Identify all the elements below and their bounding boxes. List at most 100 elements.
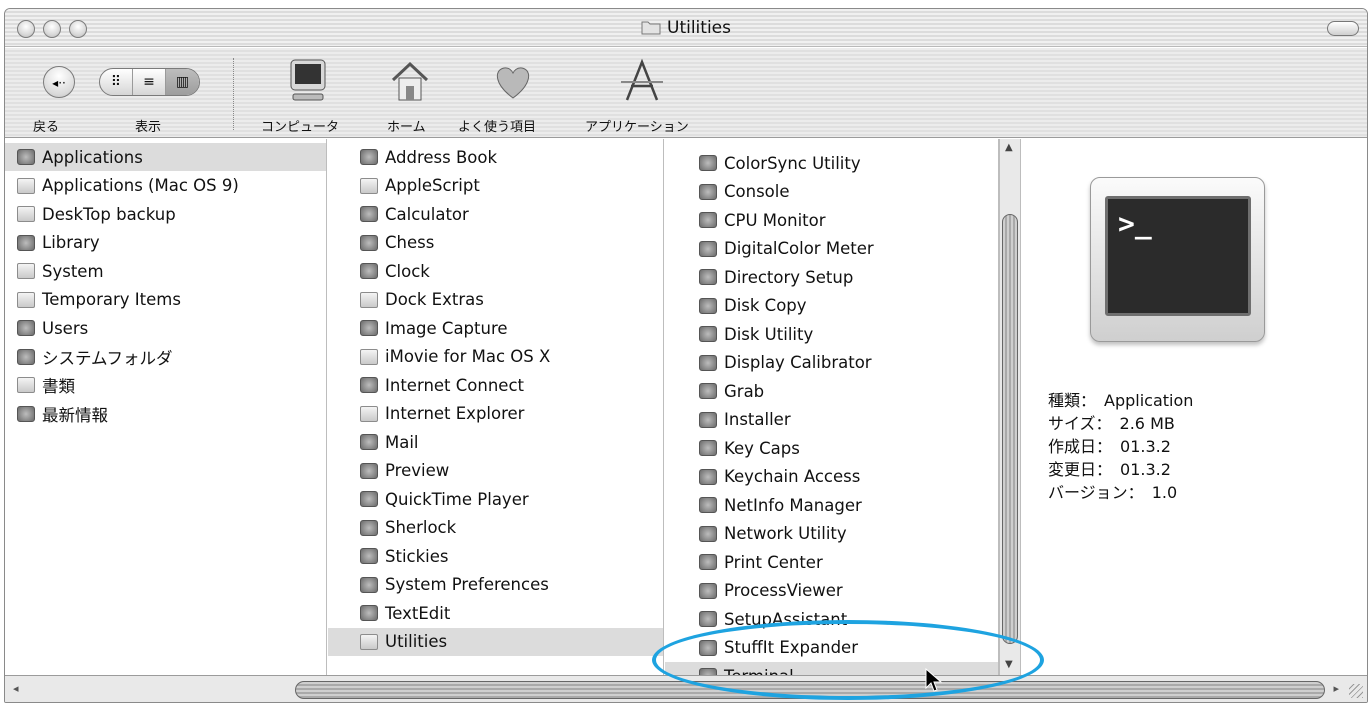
list-item[interactable]: Installer [665, 406, 998, 434]
display-calibrator-icon [699, 354, 717, 371]
folder-icon [360, 177, 378, 194]
list-item[interactable]: Disk Copy [665, 292, 998, 320]
folder-icon [17, 263, 35, 279]
favorites-button[interactable] [488, 56, 538, 106]
list-item[interactable]: System [5, 257, 326, 285]
list-item[interactable]: ColorSync Utility [665, 149, 998, 177]
list-item[interactable]: CPU Monitor [665, 206, 998, 234]
list-item-label: Utilities [385, 632, 448, 651]
list-item[interactable]: TextEdit [328, 599, 663, 627]
list-item[interactable]: システムフォルダ [5, 343, 326, 371]
list-item[interactable]: Console [665, 178, 998, 206]
list-item[interactable]: Users [5, 314, 326, 342]
list-item-label: Internet Explorer [385, 404, 525, 423]
list-item-label: iMovie for Mac OS X [385, 347, 551, 366]
list-item[interactable]: DeskTop backup [5, 200, 326, 228]
list-item-label: Print Center [724, 552, 823, 572]
quicktime-icon [360, 491, 378, 507]
list-item[interactable]: Directory Setup [665, 263, 998, 291]
list-item-label: ProcessViewer [724, 581, 843, 600]
list-item[interactable]: Utilities [328, 627, 663, 656]
list-view-button[interactable]: ≡ [133, 69, 166, 95]
directory-setup-icon [699, 269, 717, 285]
applications-button[interactable] [617, 56, 667, 106]
list-item-label: TextEdit [385, 603, 451, 623]
list-item[interactable]: Mail [328, 428, 663, 456]
list-item[interactable]: Grab [665, 377, 998, 405]
list-item[interactable]: Preview [328, 457, 663, 485]
list-item[interactable]: iMovie for Mac OS X [328, 343, 663, 371]
created-label: 作成日： [1048, 437, 1113, 456]
list-item[interactable]: Stickies [328, 542, 663, 570]
sherlock-icon [360, 519, 378, 536]
list-item[interactable]: 最新情報 [5, 400, 326, 428]
address-book-icon [360, 149, 378, 165]
list-item[interactable]: System Preferences [328, 571, 663, 599]
back-button[interactable]: ◂·· [43, 66, 75, 98]
list-item[interactable]: Applications [5, 143, 326, 171]
list-item[interactable]: Applications (Mac OS 9) [5, 172, 326, 200]
scroll-left-arrow-icon[interactable]: ◂ [13, 682, 19, 695]
list-item[interactable]: Clock [328, 257, 663, 285]
list-item[interactable]: AppleScript [328, 172, 663, 200]
home-button[interactable] [385, 56, 435, 106]
list-item[interactable]: Dock Extras [328, 286, 663, 314]
list-item[interactable]: Temporary Items [5, 286, 326, 314]
scroll-right-arrow-icon[interactable]: ▸ [1333, 682, 1339, 695]
list-item[interactable]: Chess [328, 229, 663, 257]
list-item[interactable]: Library [5, 229, 326, 257]
column-view-button[interactable]: ▥ [166, 69, 199, 95]
list-item-label: Keychain Access [724, 467, 861, 486]
list-item-label: 最新情報 [42, 405, 108, 425]
info-size: サイズ： 2.6 MB [1048, 412, 1193, 435]
preview-pane: >_ 種類： Application サイズ： 2.6 MB 作成日： 01.3.2 … [1022, 139, 1367, 675]
column-utilities[interactable]: ColorSync Utility Console CPU Monitor Digit… [665, 139, 999, 675]
list-item[interactable]: Disk Utility [665, 320, 998, 348]
list-item[interactable]: Keychain Access [665, 463, 998, 491]
column-root[interactable]: Applications Applications (Mac OS 9) DeskT… [5, 139, 327, 675]
system-preferences-icon [360, 576, 378, 593]
list-item[interactable]: Key Caps [665, 434, 998, 462]
modified-label: 変更日： [1048, 460, 1113, 479]
colorsync-icon [699, 155, 717, 171]
scroll-up-arrow-icon[interactable]: ▲ [1005, 142, 1013, 153]
vertical-scrollbar[interactable]: ▲ ▼ [999, 139, 1021, 675]
toolbar-toggle-button[interactable] [1327, 21, 1359, 36]
list-item[interactable]: Display Calibrator [665, 349, 998, 377]
list-item[interactable]: NetInfo Manager [665, 491, 998, 519]
icon-view-button[interactable]: ⠿ [100, 69, 133, 95]
list-item[interactable]: Image Capture [328, 314, 663, 342]
list-item[interactable]: Internet Connect [328, 371, 663, 399]
list-item[interactable]: DigitalColor Meter [665, 235, 998, 263]
list-item[interactable]: Calculator [328, 200, 663, 228]
computer-icon [290, 59, 326, 101]
disk-utility-icon [699, 326, 717, 342]
list-item[interactable]: 書類 [5, 371, 326, 399]
resize-grip-icon[interactable] [1349, 684, 1363, 698]
list-item[interactable]: Internet Explorer [328, 400, 663, 428]
computer-button[interactable] [283, 56, 333, 106]
stickies-icon [360, 548, 378, 564]
internet-connect-icon [360, 377, 378, 393]
list-item[interactable]: Network Utility [665, 520, 998, 548]
view-mode-control[interactable]: ⠿ ≡ ▥ [99, 68, 200, 96]
list-item[interactable]: Print Center [665, 548, 998, 576]
list-item-label: System Preferences [385, 575, 549, 594]
list-item[interactable]: ProcessViewer [665, 577, 998, 605]
applications-icon [621, 58, 663, 101]
vertical-scroll-thumb[interactable] [1002, 214, 1018, 644]
column-applications[interactable]: Address Book AppleScript Calculator Chess Cl… [328, 139, 664, 675]
list-item-label: Address Book [385, 147, 498, 167]
netinfo-icon [699, 497, 717, 513]
folder-icon [17, 291, 35, 308]
list-item[interactable]: QuickTime Player [328, 485, 663, 513]
setup-assistant-icon [699, 611, 717, 627]
list-item[interactable]: Sherlock [328, 514, 663, 542]
terminal-screen: >_ [1105, 196, 1251, 316]
icon-view-icon: ⠿ [110, 74, 122, 90]
installer-icon [699, 411, 717, 428]
title-bar[interactable]: Utilities [5, 9, 1367, 47]
list-item[interactable]: Address Book [328, 143, 663, 171]
list-item-label: Applications [42, 147, 143, 167]
list-item-label: Temporary Items [42, 290, 181, 309]
